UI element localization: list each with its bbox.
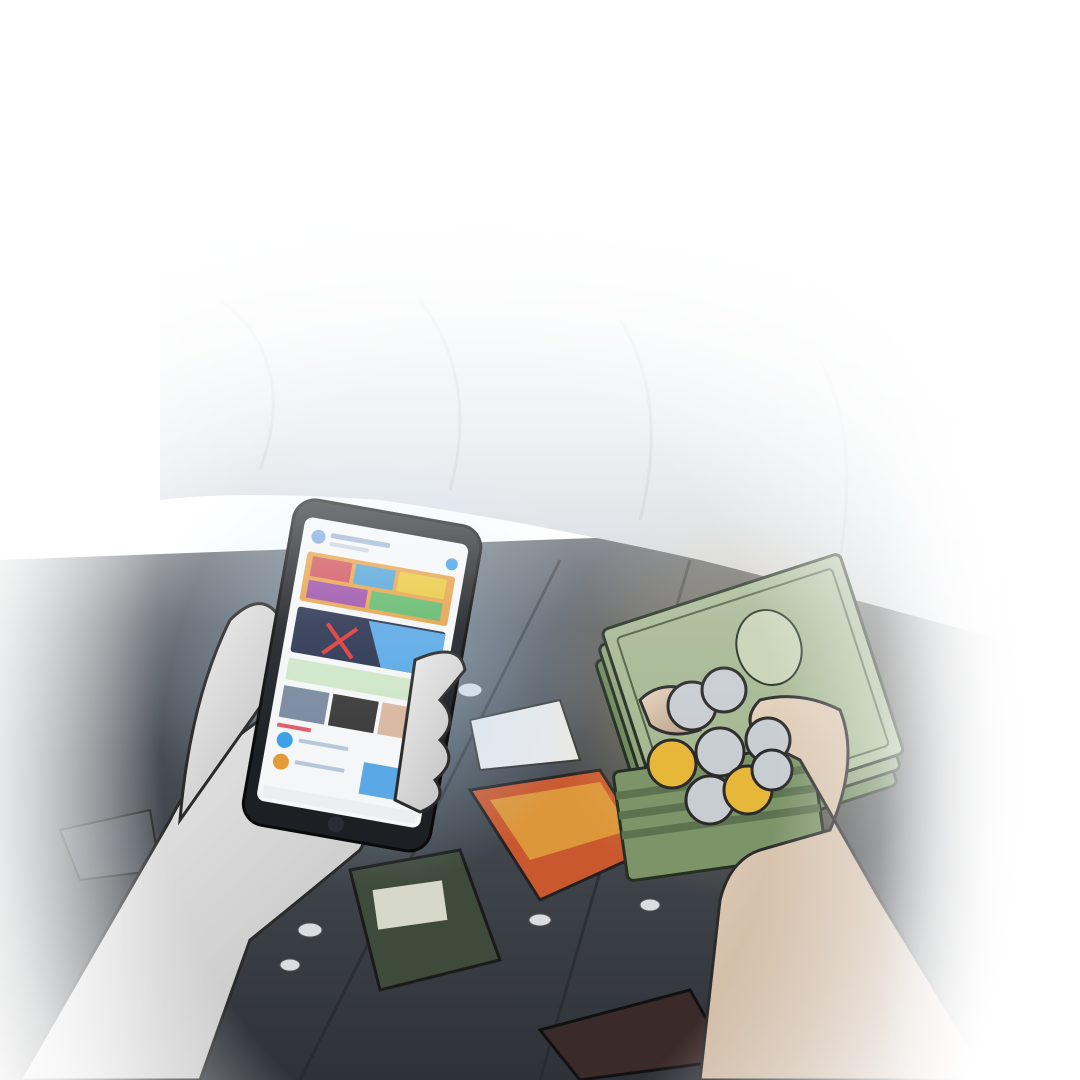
illustration (0, 224, 1080, 1080)
